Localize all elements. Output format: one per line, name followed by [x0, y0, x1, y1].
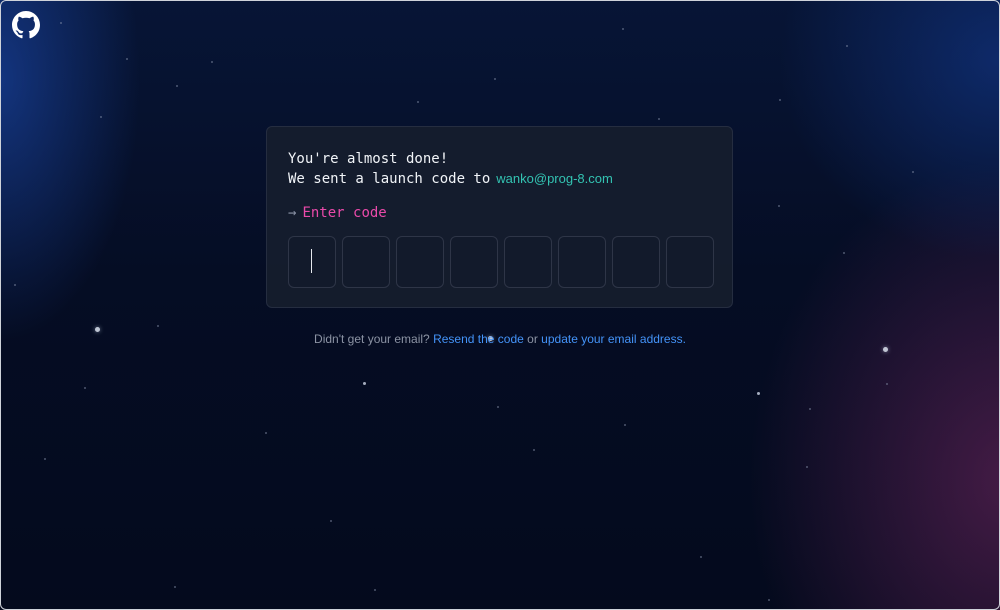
- no-email-question: Didn't get your email?: [314, 332, 430, 346]
- star: [779, 99, 781, 101]
- code-digit-input-6[interactable]: [558, 236, 606, 288]
- star: [174, 586, 176, 588]
- enter-code-prompt: → Enter code: [288, 205, 387, 221]
- star: [44, 458, 46, 460]
- star: [363, 382, 366, 385]
- caret-layer: [287, 235, 335, 287]
- star: [912, 171, 914, 173]
- or-text: or: [527, 332, 538, 346]
- star: [757, 392, 760, 395]
- resend-code-link[interactable]: Resend the code: [433, 332, 524, 346]
- star: [778, 205, 780, 207]
- star: [768, 599, 770, 601]
- star: [330, 520, 332, 522]
- code-digit-input-4[interactable]: [450, 236, 498, 288]
- sent-code-message: We sent a launch code to wanko@prog-8.com: [288, 171, 613, 187]
- star: [265, 432, 267, 434]
- star: [809, 408, 811, 410]
- star: [886, 383, 888, 385]
- code-digit-input-5[interactable]: [504, 236, 552, 288]
- email-address: wanko@prog-8.com: [496, 171, 613, 186]
- star: [624, 424, 626, 426]
- star: [843, 252, 845, 254]
- star: [211, 61, 213, 63]
- star: [176, 85, 178, 87]
- star: [494, 78, 496, 80]
- star: [622, 28, 624, 30]
- star: [84, 387, 86, 389]
- update-email-period: .: [682, 332, 686, 346]
- enter-code-label: Enter code: [302, 205, 387, 221]
- github-icon[interactable]: [12, 11, 40, 39]
- code-input-group: [288, 236, 714, 288]
- star: [883, 347, 888, 352]
- code-digit-input-7[interactable]: [612, 236, 660, 288]
- star: [100, 116, 102, 118]
- arrow-right-icon: →: [288, 205, 297, 221]
- star: [157, 325, 159, 327]
- star: [806, 466, 808, 468]
- star: [700, 556, 702, 558]
- star: [533, 449, 535, 451]
- star: [846, 45, 848, 47]
- star: [497, 406, 499, 408]
- star: [658, 118, 660, 120]
- update-email-link[interactable]: update your email address: [541, 332, 682, 346]
- star: [126, 58, 128, 60]
- almost-done-heading: You're almost done!: [288, 151, 449, 167]
- star: [14, 284, 16, 286]
- code-digit-input-3[interactable]: [396, 236, 444, 288]
- resend-footnote: Didn't get your email? Resend the code o…: [0, 332, 1000, 346]
- star: [60, 22, 62, 24]
- code-digit-input-8[interactable]: [666, 236, 714, 288]
- code-digit-input-2[interactable]: [342, 236, 390, 288]
- text-caret: [311, 249, 312, 273]
- star: [417, 101, 419, 103]
- star: [374, 589, 376, 591]
- launch-code-card: You're almost done! We sent a launch cod…: [266, 126, 733, 308]
- sent-code-text: We sent a launch code to: [288, 171, 491, 187]
